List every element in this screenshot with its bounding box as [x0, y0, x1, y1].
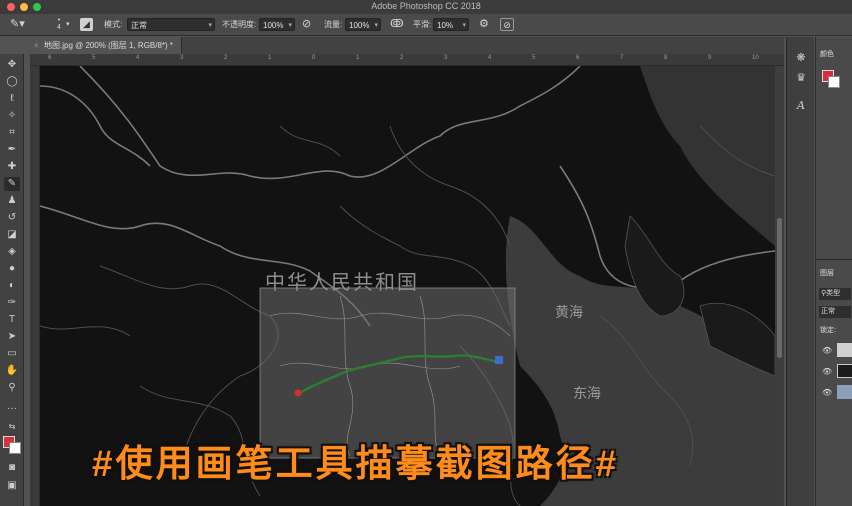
ruler-tick-label: 4 [136, 55, 140, 61]
lasso-tool-icon[interactable]: ℓ [4, 92, 20, 106]
mode-label: 模式: [104, 20, 123, 29]
route-end-marker [495, 356, 503, 364]
healing-tool-icon[interactable]: ✚ [4, 160, 20, 174]
tutorial-caption: #使用画笔工具描摹截图路径# [92, 443, 620, 484]
panel-dock: ❋ ♛ A [786, 37, 814, 506]
move-tool-icon[interactable]: ✥ [4, 58, 20, 72]
paint-bucket-tool-icon[interactable]: ◈ [4, 245, 20, 259]
visibility-eye-icon[interactable]: 👁 [822, 346, 832, 355]
chevron-down-icon: ▾ [208, 22, 212, 29]
flow-label: 流量: [324, 20, 343, 29]
document-tab-bar: × 地图.jpg @ 200% (图层 1, RGB/8*) * [30, 37, 784, 54]
brush-settings-panel-icon[interactable]: ◢ [80, 18, 93, 31]
document-tab[interactable]: × 地图.jpg @ 200% (图层 1, RGB/8*) * [30, 37, 183, 54]
lock-label: 锁定: [820, 327, 836, 334]
screen-mode-icon[interactable]: ▣ [4, 479, 20, 493]
brush-tool-preset-icon[interactable]: ✎▾ [10, 18, 25, 31]
brush-size-picker[interactable]: • 4 [52, 17, 66, 31]
pressure-opacity-icon[interactable]: ⊘ [302, 18, 311, 31]
smoothing-settings-gear-icon[interactable]: ⚙ [479, 18, 489, 31]
map-yellow-sea-label: 黄海 [555, 304, 583, 320]
route-start-marker [294, 389, 302, 397]
visibility-eye-icon[interactable]: 👁 [822, 367, 832, 376]
character-icon[interactable]: A [794, 99, 808, 113]
visibility-eye-icon[interactable]: 👁 [822, 388, 832, 397]
ruler-tick-label: 6 [48, 55, 52, 61]
ruler-tick-label: 5 [532, 55, 536, 61]
crop-tool-icon[interactable]: ⌗ [4, 126, 20, 140]
app-title: Adobe Photoshop CC 2018 [371, 1, 481, 11]
chevron-down-icon: ▾ [374, 22, 378, 29]
smoothing-field[interactable]: 10% ▾ [433, 18, 469, 31]
pen-tool-icon[interactable]: ✑ [4, 296, 20, 310]
airbrush-icon[interactable]: ↂ [390, 18, 404, 31]
ruler-tick-label: 0 [312, 55, 316, 61]
swap-colors-icon[interactable]: ⇆ [4, 420, 20, 434]
layer-kind-filter[interactable]: ⚲类型 [819, 288, 851, 300]
brush-picker-chevron-icon[interactable]: ▾ [66, 18, 70, 31]
ruler-tick-label: 5 [92, 55, 96, 61]
zoom-tool-icon[interactable]: ⚲ [4, 381, 20, 395]
ruler-tick-label: 4 [488, 55, 492, 61]
background-color-swatch[interactable] [9, 442, 21, 454]
chevron-down-icon: ▾ [288, 22, 292, 29]
map-country-label: 中华人民共和国 [265, 272, 419, 294]
color-panel-background-swatch[interactable] [828, 76, 840, 88]
layer-blend-mode-select[interactable]: 正常 [819, 306, 851, 318]
color-panel-tab[interactable]: 颜色 [820, 49, 834, 59]
ruler-tick-label: 1 [268, 55, 272, 61]
blur-tool-icon[interactable]: ● [4, 262, 20, 276]
panel-divider [816, 259, 852, 260]
chevron-down-icon: ▾ [462, 22, 466, 29]
pressure-size-icon[interactable]: ⊘ [500, 18, 514, 31]
close-tab-icon[interactable]: × [34, 37, 39, 54]
vertical-ruler [30, 66, 40, 506]
options-bar: ✎▾ • 4 ▾ ◢ 模式: 正常 ▾ 不透明度: 100% ▾ ⊘ 流量: 100… [0, 14, 852, 36]
layer-thumbnail[interactable] [837, 343, 852, 357]
ruler-tick-label: 2 [400, 55, 404, 61]
opacity-label: 不透明度: [222, 20, 257, 29]
ruler-tick-label: 6 [576, 55, 580, 61]
marquee-tool-icon[interactable]: ◯ [4, 75, 20, 89]
quick-mask-icon[interactable]: ◙ [4, 461, 20, 475]
vertical-scroll-thumb[interactable] [777, 218, 782, 358]
eraser-tool-icon[interactable]: ◪ [4, 228, 20, 242]
ruler-tick-label: 10 [752, 55, 759, 61]
brush-tool-icon[interactable]: ✎ [4, 177, 20, 191]
horizontal-ruler: 6 5 4 3 2 1 0 1 2 3 4 5 6 7 8 9 10 [30, 54, 784, 66]
layers-panel-tab[interactable]: 图层 [820, 268, 834, 278]
ruler-tick-label: 7 [620, 55, 624, 61]
path-selection-tool-icon[interactable]: ➤ [4, 330, 20, 344]
ruler-tick-label: 1 [356, 55, 360, 61]
dodge-tool-icon[interactable]: ◐ [4, 279, 20, 293]
layer-thumbnail[interactable] [837, 364, 852, 378]
brushes-icon[interactable]: ♛ [794, 71, 808, 85]
magic-wand-tool-icon[interactable]: ✧ [4, 109, 20, 123]
stamp-tool-icon[interactable]: ♟ [4, 194, 20, 208]
mode-select[interactable]: 正常 ▾ [127, 18, 215, 31]
tools-panel: ✥ ◯ ℓ ✧ ⌗ ✒ ✚ ✎ ♟ ↺ ◪ ◈ ● ◐ ✑ T ➤ ▭ ✋ ⚲ … [0, 54, 24, 506]
ruler-tick-label: 2 [224, 55, 228, 61]
brush-settings-icon[interactable]: ❋ [794, 51, 808, 65]
ruler-tick-label: 3 [444, 55, 448, 61]
type-tool-icon[interactable]: T [4, 313, 20, 327]
eyedropper-tool-icon[interactable]: ✒ [4, 143, 20, 157]
ruler-tick-label: 8 [664, 55, 668, 61]
ruler-tick-label: 9 [708, 55, 712, 61]
smoothing-label: 平滑: [413, 20, 432, 29]
flow-field[interactable]: 100% ▾ [345, 18, 381, 31]
hand-tool-icon[interactable]: ✋ [4, 364, 20, 378]
layer-thumbnail[interactable] [837, 385, 852, 399]
right-panel: 颜色 图层 ⚲类型 正常 锁定: 👁 👁 👁 [815, 37, 852, 506]
title-bar: Adobe Photoshop CC 2018 [0, 0, 852, 14]
opacity-field[interactable]: 100% ▾ [259, 18, 295, 31]
more-tools-icon[interactable]: ··· [4, 402, 20, 416]
ruler-tick-label: 3 [180, 55, 184, 61]
map-east-sea-label: 东海 [573, 385, 601, 401]
history-brush-tool-icon[interactable]: ↺ [4, 211, 20, 225]
rectangle-tool-icon[interactable]: ▭ [4, 347, 20, 361]
